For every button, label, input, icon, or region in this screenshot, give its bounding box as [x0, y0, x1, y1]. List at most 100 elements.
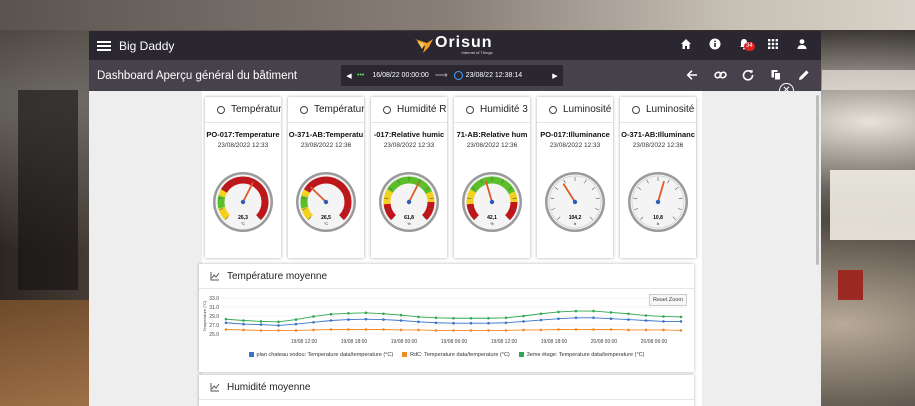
- gauge-card[interactable]: Humidité R -017:Relative humic 23/08/202…: [371, 97, 447, 258]
- gauge-card[interactable]: Températur PO-017:Temperature 23/08/2022…: [205, 97, 281, 258]
- data-point: [417, 315, 420, 319]
- sensor-name: 71-AB:Relative hum: [456, 130, 528, 139]
- date-from[interactable]: 16/08/22 00:00:00: [372, 72, 428, 79]
- data-point: [259, 320, 263, 323]
- settings-icon[interactable]: [466, 105, 474, 114]
- data-point: [592, 316, 595, 320]
- data-point: [382, 318, 385, 321]
- card-header: Humidité R: [371, 97, 447, 123]
- orisun-logo: Orisun Internet of Things: [413, 35, 493, 55]
- background-dark-panel: [18, 90, 78, 290]
- copy-icon[interactable]: [769, 69, 783, 83]
- data-point: [224, 321, 228, 325]
- legend-item[interactable]: plan chateau vodou: Temperature data/tem…: [248, 352, 393, 358]
- line-chart-icon: [210, 271, 220, 281]
- data-point: [574, 328, 578, 331]
- x-tick-label: 19/08 18:00: [541, 339, 568, 345]
- info-icon[interactable]: [708, 38, 722, 52]
- line-chart-icon: [210, 382, 220, 392]
- date-range-selector[interactable]: ◀ ••• 16/08/22 00:00:00 ⟶ 23/08/22 12:38…: [341, 65, 563, 86]
- scrollbar[interactable]: [816, 95, 819, 265]
- card-header: Luminosité: [620, 97, 696, 123]
- notification-bell-icon[interactable]: 34: [737, 38, 755, 52]
- settings-icon[interactable]: [300, 105, 308, 114]
- gauge-band: [425, 191, 435, 203]
- gauge-value: 61,8: [404, 215, 414, 221]
- x-tick-label: 19/08 12:00: [291, 339, 318, 345]
- settings-icon[interactable]: [549, 105, 557, 114]
- dashboard-toolbar: Dashboard Aperçu général du bâtiment ◀ •…: [89, 60, 821, 98]
- gauge-band: [217, 195, 226, 209]
- user-account-icon[interactable]: [795, 38, 809, 52]
- reading-timestamp: 23/08/2022 12:36: [466, 142, 518, 149]
- card-title: Températur: [314, 104, 364, 115]
- x-tick-label: 20/08 00:00: [591, 339, 618, 345]
- gauge-card[interactable]: Températur O-371-AB:Temperatu 23/08/2022…: [288, 97, 364, 258]
- card-header: Températur: [205, 97, 281, 123]
- y-axis-label: Temperature (°C): [202, 300, 207, 331]
- data-point: [382, 328, 385, 331]
- gauge-unit: %: [407, 222, 410, 226]
- gauge-hub: [240, 199, 246, 205]
- temperature-line-chart[interactable]: 33.0 31.0 29.0 27.0 25.0Temperature (°C) 19/0…: [199, 288, 694, 350]
- settings-icon[interactable]: [217, 105, 225, 114]
- data-point: [644, 328, 648, 332]
- gauge-band: [218, 189, 228, 198]
- data-point: [662, 320, 665, 323]
- data-point: [294, 322, 298, 326]
- back-arrow-icon[interactable]: [685, 69, 699, 83]
- data-point: [399, 328, 403, 332]
- background-red-object: [838, 270, 863, 300]
- sensor-name: PO-017:Temperature: [206, 130, 280, 139]
- data-point: [627, 318, 630, 321]
- gauge-unit: %: [490, 222, 493, 226]
- previous-period-icon[interactable]: ◀: [341, 72, 357, 80]
- refresh-icon[interactable]: [741, 69, 755, 83]
- data-point: [347, 318, 350, 321]
- legend-item[interactable]: RdC: Temperature data/temperature (°C): [402, 352, 510, 358]
- y-tick-label: 25.0: [209, 332, 219, 338]
- apps-grid-icon[interactable]: [766, 38, 780, 52]
- card-title: Luminosité: [563, 104, 612, 115]
- gauge-card[interactable]: Luminosité PO-017:Illuminance 23/08/2022…: [537, 97, 613, 258]
- data-point: [329, 312, 333, 316]
- data-point: [539, 312, 543, 316]
- gauge-card[interactable]: Humidité 3 71-AB:Relative hum 23/08/2022…: [454, 97, 530, 258]
- data-point: [644, 319, 648, 322]
- gauge-hub: [572, 199, 578, 205]
- data-point: [452, 321, 455, 325]
- data-point: [609, 328, 613, 331]
- reading-timestamp: 23/08/2022 12:33: [217, 142, 269, 149]
- gauge-band: [300, 195, 309, 209]
- link-icon[interactable]: [713, 69, 727, 83]
- data-point: [277, 320, 280, 324]
- gauge-unit: lx: [657, 222, 660, 226]
- humidity-average-panel: Humidité moyenne: [199, 375, 694, 406]
- data-point: [679, 315, 683, 319]
- data-point: [504, 316, 508, 320]
- data-point: [242, 319, 245, 322]
- legend-item[interactable]: 3eme étage: Temperature data/temperature…: [518, 352, 644, 358]
- legend-swatch: [248, 352, 254, 358]
- gauge-band: [466, 189, 477, 205]
- data-point: [329, 319, 333, 322]
- data-point: [469, 316, 473, 320]
- date-to[interactable]: 23/08/22 12:38:14: [466, 72, 522, 79]
- data-point: [294, 329, 298, 332]
- settings-icon[interactable]: [632, 105, 640, 114]
- dashboard-canvas: Températur PO-017:Temperature 23/08/2022…: [199, 91, 702, 406]
- home-icon[interactable]: [679, 38, 693, 52]
- reading-timestamp: 23/08/2022 12:33: [549, 142, 601, 149]
- gauge-card[interactable]: Luminosité O-371-AB:Illuminanc 23/08/202…: [620, 97, 696, 258]
- sensor-name: O-371-AB:Illuminanc: [621, 130, 695, 139]
- top-bar: Big Daddy Orisun Internet of Things 34: [89, 31, 821, 60]
- card-header: Températur: [288, 97, 364, 123]
- edit-pencil-icon[interactable]: [797, 69, 811, 83]
- data-point: [434, 316, 438, 320]
- gauge-unit: lx: [574, 222, 577, 226]
- settings-icon[interactable]: [383, 105, 391, 114]
- data-point: [504, 329, 508, 332]
- hamburger-menu-icon[interactable]: [97, 39, 111, 53]
- next-period-icon[interactable]: ▶: [547, 72, 563, 80]
- gauge-dial: 10,8lx: [628, 172, 688, 232]
